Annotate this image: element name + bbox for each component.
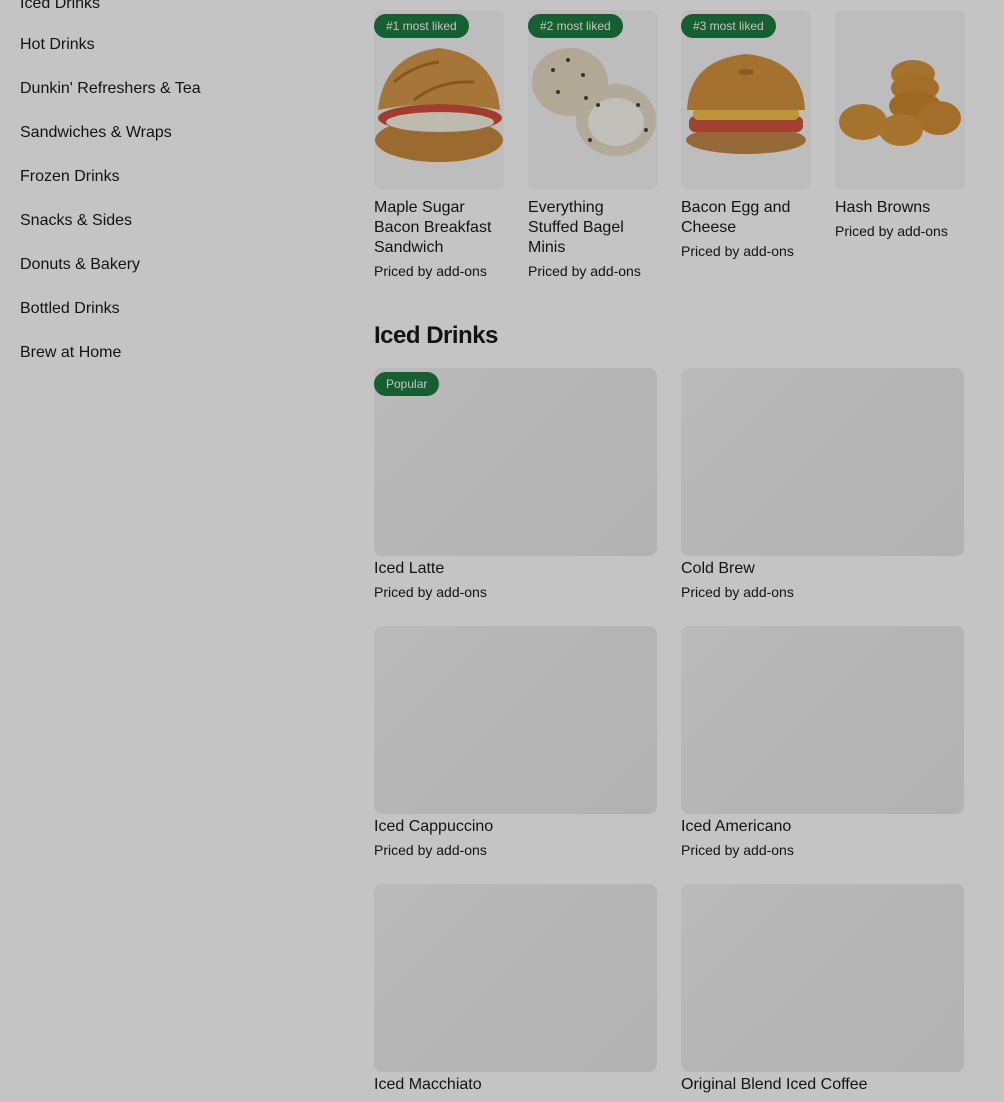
sidebar-item-frozen-drinks[interactable]: Frozen Drinks [20,167,120,187]
sidebar-item-brew-at-home[interactable]: Brew at Home [20,343,121,363]
popular-badge: Popular [374,372,440,396]
item-image-placeholder [374,884,657,1072]
item-price: Priced by add-ons [374,584,487,600]
item-name: Bacon Egg and Cheese [681,199,791,236]
menu-item-card[interactable]: Iced Cappuccino Priced by add-ons [374,626,657,860]
item-price: Priced by add-ons [374,263,487,279]
section-title-iced-drinks: Iced Drinks [374,322,498,349]
sidebar-item-refreshers-tea[interactable]: Dunkin' Refreshers & Tea [20,79,201,99]
menu-item-card[interactable]: #3 most liked Bacon Egg and Cheese Price… [681,10,811,261]
item-image-bagel-minis: #2 most liked [528,10,658,190]
menu-item-card[interactable]: Popular Iced Latte Priced by add-ons [374,368,657,602]
menu-content: #1 most liked Maple Sugar Bacon Breakfas… [374,0,965,1102]
item-image-hash-browns [835,10,965,190]
item-price: Priced by add-ons [681,243,794,259]
item-price: Priced by add-ons [681,584,794,600]
sidebar-item-hot-drinks[interactable]: Hot Drinks [20,35,95,55]
item-name: Iced Americano [681,818,792,835]
menu-item-card[interactable]: Iced Americano Priced by add-ons [681,626,964,860]
menu-item-card[interactable]: Original Blend Iced Coffee [681,884,964,1095]
item-name: Hash Browns [835,199,931,216]
item-name: Original Blend Iced Coffee [681,1076,868,1093]
menu-item-card[interactable]: Iced Macchiato [374,884,657,1095]
menu-item-card[interactable]: Hash Browns Priced by add-ons [835,10,965,241]
sidebar-item-donuts-bakery[interactable]: Donuts & Bakery [20,255,140,275]
sidebar-item-sandwiches-wraps[interactable]: Sandwiches & Wraps [20,123,172,143]
item-name: Iced Macchiato [374,1076,482,1093]
item-image-sandwich: #1 most liked [374,10,504,190]
item-name: Maple Sugar Bacon Breakfast Sandwich [374,199,492,256]
item-price: Priced by add-ons [374,842,487,858]
item-name: Iced Latte [374,560,445,577]
item-image-placeholder [681,368,964,556]
menu-item-card[interactable]: Cold Brew Priced by add-ons [681,368,964,602]
most-liked-badge: #1 most liked [374,14,469,38]
item-price: Priced by add-ons [681,842,794,858]
menu-item-card[interactable]: #2 most liked Everything Stuffed Bagel M… [528,10,658,281]
item-image-placeholder [374,626,657,814]
most-liked-badge: #3 most liked [681,14,776,38]
item-name: Everything Stuffed Bagel Minis [528,199,624,256]
item-name: Iced Cappuccino [374,818,494,835]
category-sidebar: Iced Drinks Hot Drinks Dunkin' Refresher… [0,0,330,1102]
sidebar-item-iced-drinks[interactable]: Iced Drinks [20,0,100,14]
menu-item-card[interactable]: #1 most liked Maple Sugar Bacon Breakfas… [374,10,504,281]
item-price: Priced by add-ons [528,263,641,279]
sidebar-item-snacks-sides[interactable]: Snacks & Sides [20,211,132,231]
item-image-placeholder [681,884,964,1072]
item-name: Cold Brew [681,560,755,577]
most-liked-badge: #2 most liked [528,14,623,38]
item-price: Priced by add-ons [835,223,948,239]
hash-browns-icon [835,10,965,190]
item-image-placeholder [681,626,964,814]
sidebar-item-bottled-drinks[interactable]: Bottled Drinks [20,299,120,319]
item-image-placeholder: Popular [374,368,657,556]
item-image-bagel-sandwich: #3 most liked [681,10,811,190]
